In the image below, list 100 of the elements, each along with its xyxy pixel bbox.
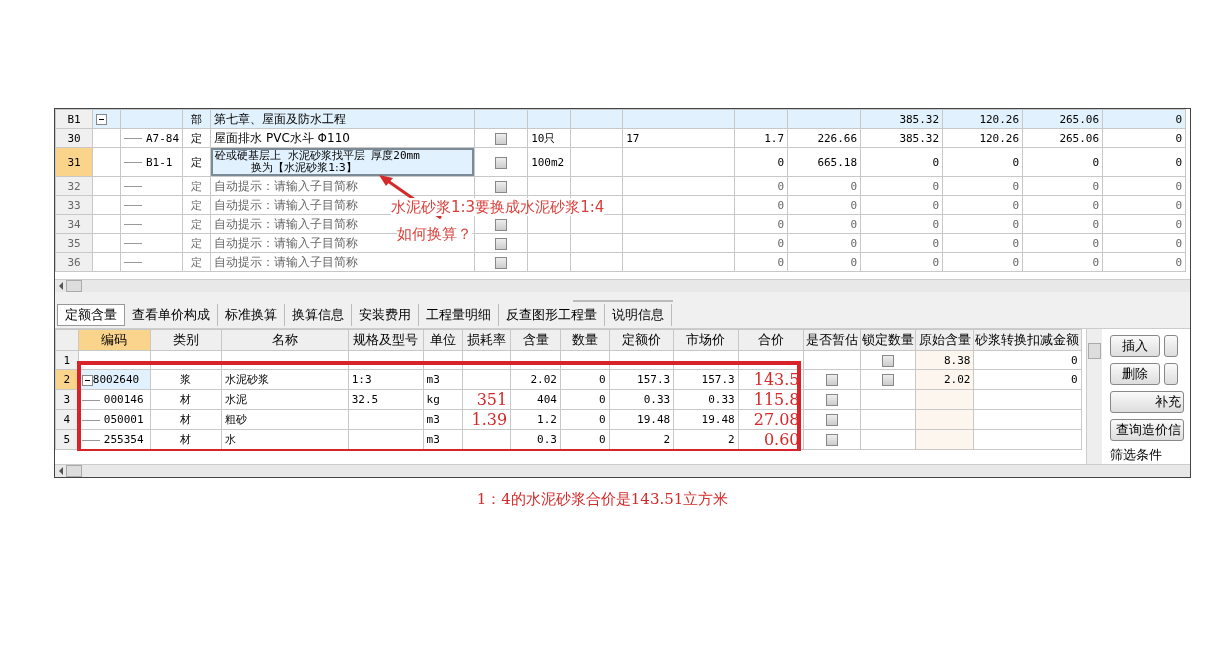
column-header[interactable]: 损耗率 bbox=[462, 329, 511, 351]
handwritten-note: 351 bbox=[476, 390, 508, 409]
name-cell-text: 自动提示：请输入子目简称 bbox=[213, 197, 359, 212]
column-header[interactable]: 编码 bbox=[78, 329, 151, 351]
value-cell: 0 bbox=[1175, 155, 1183, 169]
name-cell[interactable]: 砼或硬基层上 水泥砂浆找平层 厚度20mm 换为【水泥砂浆1:3】 bbox=[211, 148, 474, 176]
tab[interactable]: 安装费用 bbox=[352, 304, 419, 326]
column-header[interactable]: 是否暂估 bbox=[803, 329, 861, 351]
type-cell: 定 bbox=[182, 233, 211, 253]
checkbox[interactable] bbox=[826, 414, 838, 426]
value-cell: 0 bbox=[850, 179, 858, 193]
column-header[interactable]: 锁定数量 bbox=[860, 329, 916, 351]
checkbox[interactable] bbox=[826, 374, 838, 386]
tab[interactable]: 工程量明细 bbox=[419, 304, 499, 326]
checkbox[interactable] bbox=[882, 374, 895, 386]
column-header[interactable]: 砂浆转换扣减金额 bbox=[973, 329, 1081, 351]
value-cell: 0 bbox=[1012, 198, 1020, 212]
value-cell: 0 bbox=[1092, 255, 1100, 269]
column-header[interactable]: 市场价 bbox=[673, 329, 739, 351]
checkbox[interactable] bbox=[495, 237, 508, 250]
unit-cell: 100m2 bbox=[531, 155, 565, 169]
horizontal-scrollbar[interactable] bbox=[55, 279, 1190, 292]
value-cell: 120.26 bbox=[979, 112, 1020, 126]
tab[interactable]: 换算信息 bbox=[285, 304, 352, 326]
value-cell: 385.32 bbox=[899, 131, 940, 145]
checkbox[interactable] bbox=[495, 256, 508, 269]
checkbox[interactable] bbox=[495, 218, 508, 231]
tab[interactable]: 查看单价构成 bbox=[125, 304, 218, 326]
row-number[interactable]: 31 bbox=[55, 147, 93, 177]
filter-label: 筛选条件 bbox=[1110, 447, 1163, 464]
handwritten-note: 1.39 bbox=[471, 410, 508, 429]
collapse-icon[interactable] bbox=[81, 374, 93, 386]
value-cell: 0 bbox=[850, 217, 858, 231]
caption-text: 1：4的水泥砂浆合价是143.51立方米 bbox=[475, 490, 730, 509]
value-cell: 0 bbox=[1092, 155, 1100, 169]
annotation-text: 如何换算？ bbox=[397, 225, 472, 243]
value-cell: 0 bbox=[1175, 112, 1183, 126]
table-cell: 0 bbox=[1070, 353, 1078, 367]
table-cell: m3 bbox=[426, 413, 440, 426]
value-cell: 0 bbox=[1092, 198, 1100, 212]
table-cell: 2.02 bbox=[943, 373, 971, 386]
table-cell: 材 bbox=[180, 433, 192, 446]
column-header[interactable]: 定额价 bbox=[609, 329, 674, 351]
value-cell: 0 bbox=[777, 236, 785, 250]
side-button[interactable] bbox=[1164, 335, 1179, 357]
code-cell: A7-84 bbox=[146, 131, 180, 145]
tab[interactable]: 说明信息 bbox=[605, 304, 672, 326]
table-cell: 材 bbox=[180, 393, 192, 406]
checkbox[interactable] bbox=[495, 132, 508, 145]
value-cell: 0 bbox=[1092, 217, 1100, 231]
table-cell: 32.5 bbox=[351, 393, 379, 406]
side-button[interactable]: 插入 bbox=[1110, 335, 1161, 357]
table-cell: 000146 bbox=[103, 393, 144, 406]
table-cell: m3 bbox=[426, 373, 440, 386]
checkbox[interactable] bbox=[495, 156, 508, 169]
value-cell: 0 bbox=[1175, 217, 1183, 231]
checkbox[interactable] bbox=[826, 394, 838, 406]
tab[interactable]: 标准换算 bbox=[218, 304, 285, 326]
collapse-icon[interactable] bbox=[96, 114, 107, 125]
tab[interactable]: 反查图形工程量 bbox=[499, 304, 605, 326]
column-header[interactable]: 类别 bbox=[150, 329, 222, 351]
column-header[interactable]: 单位 bbox=[423, 329, 463, 351]
table-cell: 2.02 bbox=[530, 373, 557, 386]
value-cell: 0 bbox=[850, 198, 858, 212]
column-header[interactable]: 数量 bbox=[560, 329, 610, 351]
checkbox[interactable] bbox=[495, 180, 508, 193]
table-cell: 1:3 bbox=[351, 373, 372, 386]
value-cell: 0 bbox=[932, 198, 940, 212]
tab[interactable]: 定额含量 bbox=[57, 304, 125, 326]
table-cell: 0 bbox=[598, 373, 606, 386]
table-cell: 0 bbox=[598, 393, 606, 406]
column-header[interactable]: 名称 bbox=[221, 329, 349, 351]
type-cell: 定 bbox=[182, 195, 211, 215]
table-cell: 157.3 bbox=[701, 373, 735, 386]
side-button[interactable]: 查询造价信 bbox=[1110, 419, 1185, 441]
value-cell: 0 bbox=[1175, 255, 1183, 269]
type-cell: 定 bbox=[182, 176, 211, 196]
value-cell: 0 bbox=[777, 155, 785, 169]
table-cell: 0 bbox=[598, 413, 606, 426]
handwritten-note: 143.5 bbox=[753, 370, 800, 389]
column-header[interactable]: 规格及型号 bbox=[348, 329, 423, 351]
column-header[interactable]: 合价 bbox=[738, 329, 803, 351]
side-button[interactable]: 删除 bbox=[1110, 363, 1161, 385]
vertical-scrollbar[interactable] bbox=[1085, 329, 1103, 464]
name-cell-text: 自动提示：请输入子目简称 bbox=[213, 235, 359, 250]
type-cell: 定 bbox=[182, 128, 211, 148]
side-button[interactable] bbox=[1164, 363, 1179, 385]
table-cell: 8.38 bbox=[943, 353, 971, 367]
column-header[interactable]: 含量 bbox=[510, 329, 561, 351]
checkbox[interactable] bbox=[882, 354, 895, 367]
table-cell: 8002640 bbox=[92, 373, 140, 386]
table-cell: 水泥砂浆 bbox=[225, 373, 269, 386]
value-cell: 0 bbox=[932, 217, 940, 231]
side-button[interactable]: 补充 bbox=[1110, 391, 1185, 413]
table-cell: 404 bbox=[537, 393, 557, 406]
column-header[interactable]: 原始含量 bbox=[915, 329, 974, 351]
row-number[interactable]: B1 bbox=[55, 109, 93, 129]
checkbox[interactable] bbox=[826, 434, 838, 446]
horizontal-scrollbar[interactable] bbox=[55, 464, 1190, 477]
value-cell: 0 bbox=[777, 217, 785, 231]
